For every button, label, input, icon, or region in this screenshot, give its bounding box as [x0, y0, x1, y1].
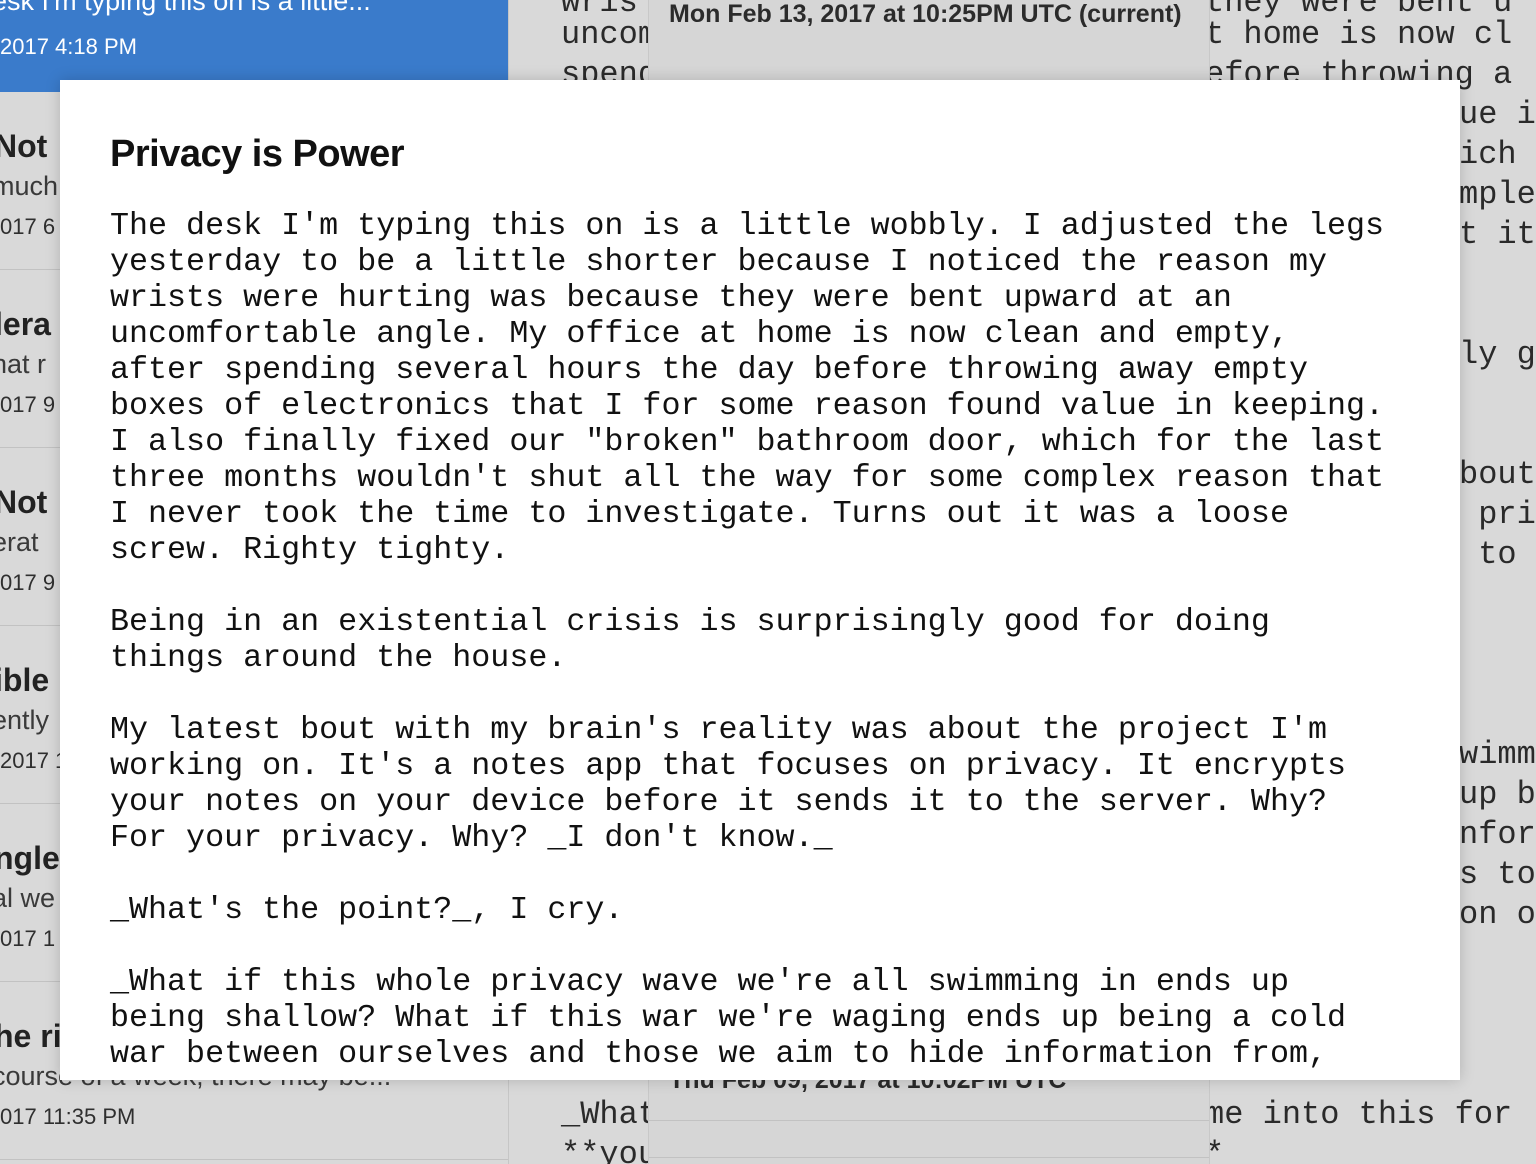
note-date: 2017 1 [0, 748, 68, 773]
note-date: 2017 4:18 PM [0, 34, 137, 59]
note-preview: al we [0, 883, 56, 913]
note-preview: esk I'm typing this on is a little... [0, 0, 371, 16]
editor-text-fragment: to [1459, 536, 1517, 573]
editor-text-fragment: wimm [1459, 736, 1536, 773]
note-date: 017 6 [0, 214, 56, 239]
note-title: Not [0, 128, 48, 164]
note-preview: erat [0, 527, 39, 557]
note-title: ible [0, 662, 50, 698]
editor-text-fragment: ly g [1459, 336, 1536, 373]
note-title: he ri [0, 1018, 62, 1054]
editor-text-fragment: up b [1459, 776, 1536, 813]
panel-footer [649, 1120, 1209, 1158]
note-date: 017 9 [0, 392, 56, 417]
modal-title: Privacy is Power [110, 133, 405, 175]
editor-text-fragment: mple [1459, 176, 1536, 213]
editor-text-fragment: t it [1459, 216, 1536, 253]
paragraph: Being in an existential crisis is surpri… [110, 604, 1270, 676]
editor-text-fragment: ich [1459, 136, 1517, 173]
editor-text-fragment: me into this for [1205, 1096, 1513, 1133]
revision-entry-current[interactable]: Mon Feb 13, 2017 at 10:25PM UTC (current… [669, 0, 1189, 31]
note-preview-modal: Privacy is Power The desk I'm typing thi… [60, 80, 1460, 1080]
note-title: ngle [0, 840, 60, 876]
note-preview: hat r [0, 349, 47, 379]
editor-text-fragment: bout [1459, 456, 1536, 493]
editor-text-fragment: uncom [561, 16, 658, 53]
note-title: Not [0, 484, 48, 520]
note-list-item[interactable]: esk I'm typing this on is a little... 20… [0, 0, 508, 92]
note-date: 017 11:35 PM [0, 1104, 136, 1129]
paragraph: _What's the point?_, I cry. [110, 892, 624, 928]
editor-text-fragment: _What [561, 1096, 658, 1133]
editor-text-fragment: ue i [1459, 96, 1536, 133]
note-date: 017 9 [0, 570, 56, 595]
modal-body: The desk I'm typing this on is a little … [110, 208, 1430, 1080]
editor-text-fragment: pri [1459, 496, 1536, 533]
editor-text-fragment: **you [561, 1136, 658, 1164]
paragraph: _What if this whole privacy wave we're a… [110, 964, 1347, 1072]
paragraph: My latest bout with my brain's reality w… [110, 712, 1347, 856]
paragraph: The desk I'm typing this on is a little … [110, 208, 1385, 568]
editor-text-fragment: on o [1459, 896, 1536, 933]
editor-text-fragment: nfor [1459, 816, 1536, 853]
editor-text-fragment: s to [1459, 856, 1536, 893]
note-preview: much [0, 171, 59, 201]
editor-text-fragment: t home is now cl [1205, 16, 1513, 53]
note-preview: ently [0, 705, 50, 735]
note-date: 017 1 [0, 926, 56, 951]
note-title: lera [0, 306, 51, 342]
